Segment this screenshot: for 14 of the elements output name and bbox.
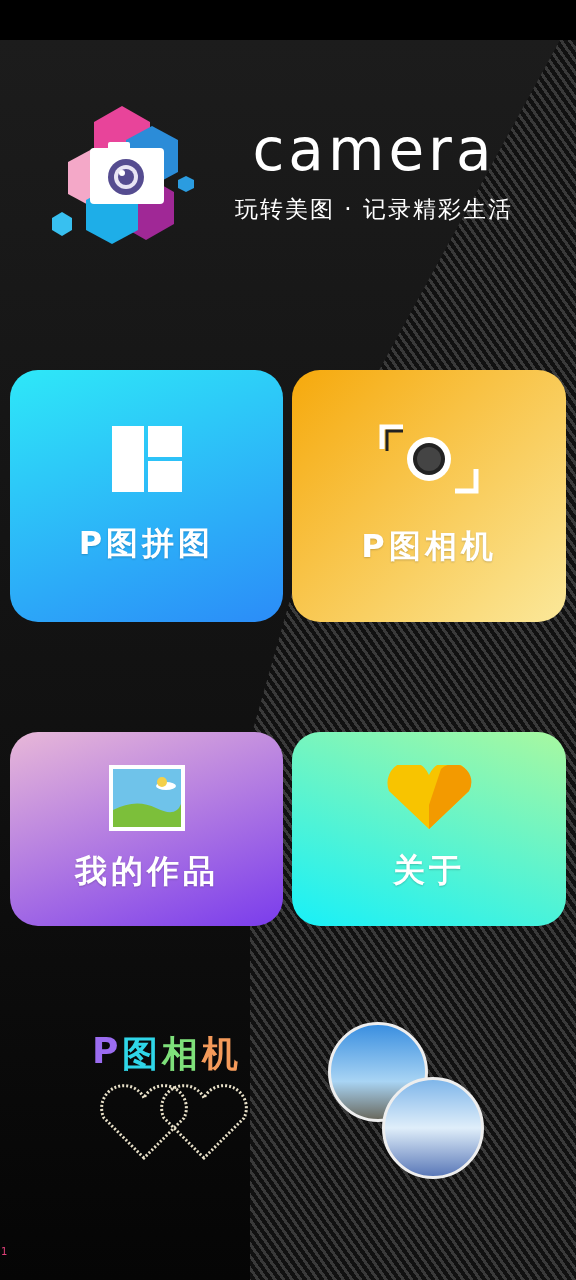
app-slogan: 玩转美图 · 记录精彩生活 xyxy=(235,194,513,224)
camera-frame-icon xyxy=(379,423,479,495)
feature-tile[interactable]: P图相机 xyxy=(292,370,566,622)
feature-tile[interactable]: 我的作品 xyxy=(10,732,283,926)
feature-tile[interactable]: 关于 xyxy=(292,732,566,926)
corner-mark: 1 xyxy=(1,1246,8,1257)
decor-letter: P xyxy=(92,1030,119,1073)
decor-letter: 机 xyxy=(202,1032,239,1076)
decor-letter: 相 xyxy=(162,1032,199,1076)
decor-letter: 图 xyxy=(122,1032,159,1076)
layout-grid-icon xyxy=(111,426,182,492)
feature-tile[interactable]: P图拼图 xyxy=(10,370,283,622)
landscape-picture-icon xyxy=(107,764,186,832)
app-title: camera xyxy=(252,119,496,180)
